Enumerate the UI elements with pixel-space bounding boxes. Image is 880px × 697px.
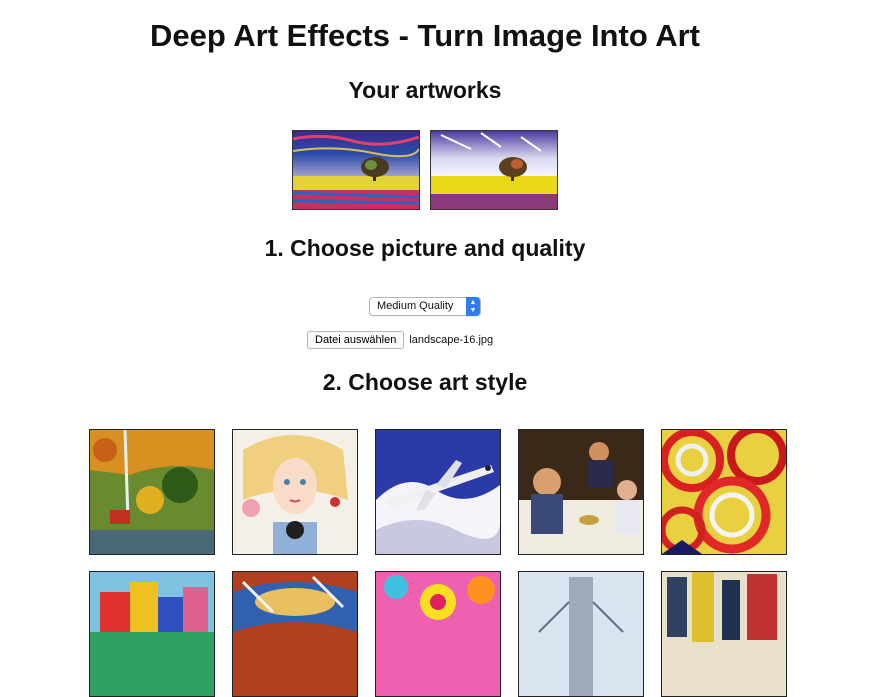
quality-select[interactable]: Medium Quality ▲ ▼: [369, 297, 481, 316]
page-title: Deep Art Effects - Turn Image Into Art: [149, 18, 700, 53]
art-style-abstract-bowl[interactable]: [232, 571, 358, 697]
file-chooser: Datei auswählen landscape-16.jpg: [307, 331, 493, 349]
page: Deep Art Effects - Turn Image Into Art Y…: [0, 0, 880, 697]
art-style-houses[interactable]: [89, 571, 215, 697]
art-style-grid: [89, 429, 787, 697]
art-style-city-street[interactable]: [661, 571, 787, 697]
artworks-gallery: [292, 130, 558, 210]
quality-select-value: Medium Quality: [377, 300, 454, 312]
choose-picture-heading: 1. Choose picture and quality: [264, 235, 586, 261]
art-style-tower-sketch[interactable]: [518, 571, 644, 697]
artworks-heading: Your artworks: [348, 77, 502, 103]
artwork-thumbnail-2[interactable]: [430, 130, 558, 210]
selected-file-name: landscape-16.jpg: [409, 334, 494, 346]
artwork-thumbnail-1[interactable]: [292, 130, 420, 210]
art-style-pink-carousel[interactable]: [375, 571, 501, 697]
updown-chevron-icon: ▲ ▼: [466, 297, 480, 316]
art-style-forest[interactable]: [89, 429, 215, 555]
choose-file-button[interactable]: Datei auswählen: [307, 331, 405, 349]
art-style-girl-portrait[interactable]: [232, 429, 358, 555]
choose-style-heading: 2. Choose art style: [322, 369, 528, 395]
art-style-dinner-painting[interactable]: [518, 429, 644, 555]
art-style-airplane[interactable]: [375, 429, 501, 555]
art-style-swirls[interactable]: [661, 429, 787, 555]
